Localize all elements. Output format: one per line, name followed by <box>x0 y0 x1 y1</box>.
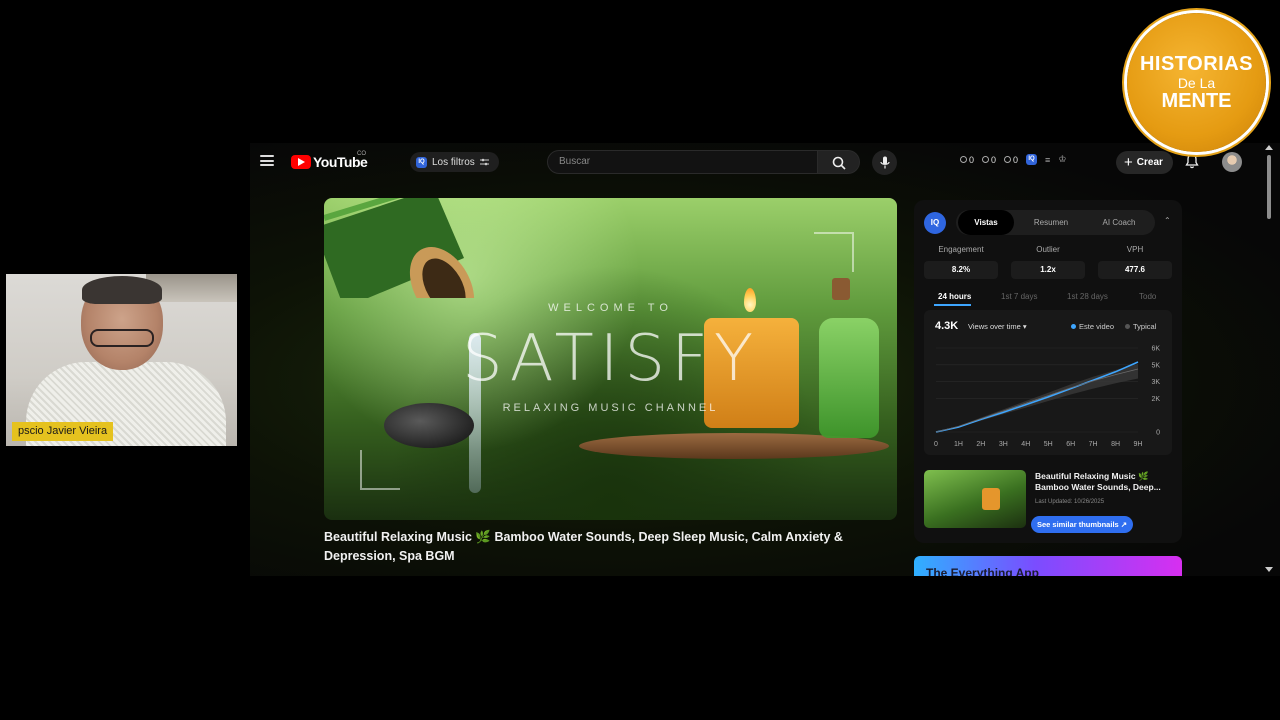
promo-banner[interactable]: The Everything App <box>914 556 1182 576</box>
stat-item: 0 <box>982 155 996 165</box>
metric-label: Engagement <box>938 245 984 254</box>
create-button[interactable]: + Crear <box>1116 151 1173 174</box>
iq-icon: IQ <box>416 156 427 168</box>
collapse-icon[interactable]: ⌃ <box>1164 216 1171 225</box>
video-player[interactable]: WELCOME TO SATISFY RELAXING MUSIC CHANNE… <box>324 198 897 520</box>
webcam-name-label: pscio Javier Vieira <box>12 422 114 441</box>
panel-tabs: Vistas Resumen AI Coach <box>956 210 1155 235</box>
metric-value: 1.2x <box>1011 261 1085 279</box>
bottle-cap <box>832 278 850 300</box>
logo-line: HISTORIAS <box>1139 53 1254 75</box>
search-icon <box>832 156 846 170</box>
stat-item: 0 <box>1004 155 1018 165</box>
create-label: Crear <box>1136 157 1163 168</box>
y-tick-label: 5K <box>1151 362 1160 369</box>
stat-item: 0 <box>960 155 974 165</box>
scrollbar-thumb[interactable] <box>1267 155 1271 219</box>
avatar[interactable] <box>1222 152 1242 172</box>
glasses <box>90 329 154 347</box>
promo-text: The Everything App <box>926 566 1039 576</box>
microphone-icon <box>879 156 890 168</box>
iq-icon[interactable]: IQ <box>1026 154 1038 165</box>
list-icon[interactable]: ≡ <box>1045 155 1050 165</box>
logo-line: De La <box>1177 75 1216 91</box>
scroll-down-icon[interactable] <box>1265 567 1273 572</box>
y-tick-label: 6K <box>1151 346 1160 353</box>
related-thumbnail[interactable] <box>924 470 1026 528</box>
x-tick-label: 6H <box>1066 441 1075 448</box>
x-tick-label: 7H <box>1089 441 1098 448</box>
related-title[interactable]: Beautiful Relaxing Music 🌿 Bamboo Water … <box>1035 471 1175 493</box>
metric-value: 8.2% <box>924 261 998 279</box>
y-tick-label: 2K <box>1151 396 1160 403</box>
person-hair <box>82 276 162 304</box>
analytics-panel: IQ Vistas Resumen AI Coach ⌃ Engagement … <box>914 200 1182 543</box>
overlay-welcome: WELCOME TO <box>548 302 673 314</box>
overlay-subtitle: RELAXING MUSIC CHANNEL <box>502 402 719 414</box>
views-icon <box>1004 156 1012 163</box>
metric-value: 477.6 <box>1098 261 1172 279</box>
x-tick-label: 3H <box>999 441 1008 448</box>
bell-icon[interactable] <box>1185 153 1199 169</box>
scroll-up-icon[interactable] <box>1265 145 1273 150</box>
country-code: CO <box>357 151 366 157</box>
active-tab-indicator <box>934 304 971 306</box>
search-input[interactable]: Buscar <box>547 150 818 174</box>
trophy-icon[interactable]: ♔ <box>1058 154 1066 165</box>
x-tick-label: 9H <box>1134 441 1143 448</box>
menu-icon[interactable] <box>260 155 274 166</box>
overlay-title: SATISFY <box>461 322 760 396</box>
x-tick-label: 8H <box>1111 441 1120 448</box>
search-button[interactable] <box>818 150 860 174</box>
tab-resumen[interactable]: Resumen <box>1020 210 1082 235</box>
youtube-logo-icon[interactable] <box>291 155 311 169</box>
related-updated: Last Updated: 10/26/2025 <box>1035 499 1105 505</box>
bamboo-image <box>324 198 475 298</box>
topbar: YouTube CO IQ Los filtros Buscar 0 0 0 I… <box>250 143 1280 183</box>
views-chart-card: 4.3K Views over time ▾ Este video Typica… <box>924 310 1172 455</box>
scrollbar[interactable] <box>1264 143 1274 576</box>
webcam-feed <box>6 274 237 446</box>
frame-corner <box>360 450 400 490</box>
x-tick-label: 5H <box>1044 441 1053 448</box>
y-tick-label: 0 <box>1156 430 1160 437</box>
see-similar-button[interactable]: See similar thumbnails ↗ <box>1031 516 1134 533</box>
metric-label: VPH <box>1126 245 1144 254</box>
views-chart: 6K 5K 3K 2K 0 0 1H 2H 3H 4H 5H 6H 7H 8H 9H <box>934 346 1160 449</box>
filters-button[interactable]: IQ Los filtros <box>410 152 499 172</box>
time-tab-7d[interactable]: 1st 7 days <box>1001 292 1037 301</box>
x-tick-label: 0 <box>934 441 938 448</box>
logo-line: MENTE <box>1161 90 1232 112</box>
channel-logo: HISTORIAS De La MENTE <box>1127 13 1266 152</box>
time-tab-28d[interactable]: 1st 28 days <box>1067 292 1108 301</box>
sliders-icon <box>479 158 489 166</box>
video-title: Beautiful Relaxing Music 🌿 Bamboo Water … <box>324 530 843 563</box>
clock-icon <box>960 156 967 163</box>
time-tab-all[interactable]: Todo <box>1139 292 1156 301</box>
eye-icon <box>982 156 990 163</box>
x-tick-label: 1H <box>954 441 963 448</box>
tab-ai-coach[interactable]: AI Coach <box>1086 210 1152 235</box>
youtube-window: YouTube CO IQ Los filtros Buscar 0 0 0 I… <box>250 143 1280 576</box>
x-tick-label: 2H <box>976 441 985 448</box>
extension-stats: 0 0 0 IQ ≡ ♔ <box>960 154 1066 165</box>
metric-label: Outlier <box>1036 245 1060 254</box>
voice-search-button[interactable] <box>872 150 897 175</box>
iq-icon[interactable]: IQ <box>924 212 946 234</box>
tab-vistas[interactable]: Vistas <box>958 210 1014 235</box>
x-tick-label: 4H <box>1021 441 1030 448</box>
frame-corner <box>814 232 854 272</box>
y-tick-label: 3K <box>1151 379 1160 386</box>
time-tab-24h[interactable]: 24 hours <box>938 292 971 301</box>
plus-icon: + <box>1124 153 1133 171</box>
filters-label: Los filtros <box>432 156 475 168</box>
